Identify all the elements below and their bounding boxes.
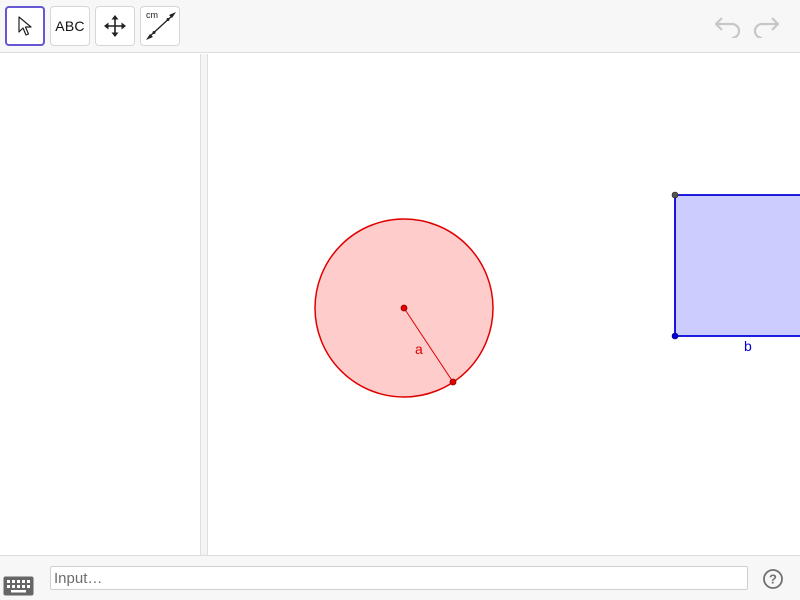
graphics-canvas[interactable]: a b [208, 54, 800, 555]
distance-tool-label: cm [146, 10, 158, 20]
circle-center-point[interactable] [400, 304, 408, 312]
algebra-input-field[interactable] [50, 566, 748, 590]
keyboard-button[interactable] [3, 576, 34, 596]
geogebra-app: ABC cm a b Input… ? [0, 0, 800, 600]
svg-text:?: ? [769, 572, 777, 587]
undo-icon [714, 17, 741, 38]
redo-button[interactable] [751, 13, 781, 39]
redo-icon [753, 17, 780, 38]
algebra-view[interactable] [0, 54, 200, 555]
move-graphics-view-button[interactable] [95, 6, 135, 46]
move-arrows-icon [104, 15, 126, 37]
input-bar: ? [0, 555, 800, 600]
help-icon: ? [763, 569, 783, 589]
cursor-arrow-icon [18, 16, 32, 36]
view-splitter[interactable] [200, 54, 208, 555]
square-shape[interactable] [674, 194, 800, 337]
move-tool-button[interactable] [5, 6, 45, 46]
undo-button[interactable] [713, 13, 743, 39]
circle-edge-point[interactable] [449, 378, 457, 386]
distance-tool-icon: cm [146, 10, 176, 40]
graphics-view[interactable]: a b [208, 54, 800, 555]
text-tool-button[interactable]: ABC [50, 6, 90, 46]
text-tool-label: ABC [55, 18, 85, 34]
toolbar: ABC cm [0, 0, 800, 53]
square-side-label: b [744, 338, 752, 354]
distance-tool-button[interactable]: cm [140, 6, 180, 46]
radius-label: a [415, 341, 423, 357]
keyboard-icon [3, 576, 34, 596]
square-top-left-point[interactable] [671, 191, 679, 199]
help-button[interactable]: ? [762, 568, 784, 590]
square-bottom-left-point[interactable] [671, 332, 679, 340]
